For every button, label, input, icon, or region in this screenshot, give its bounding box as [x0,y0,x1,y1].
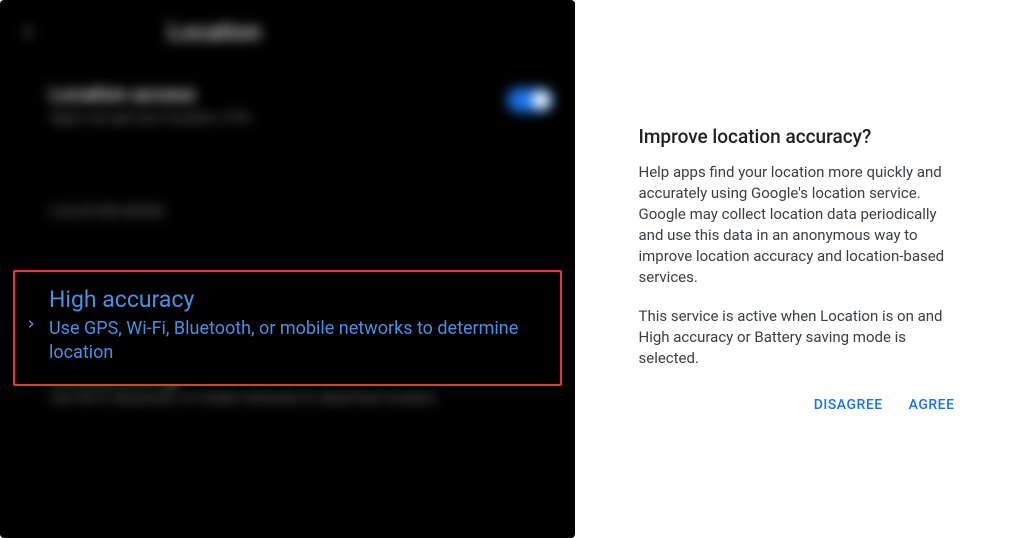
dialog-panel: Improve location accuracy? Help apps fin… [575,0,1024,538]
high-accuracy-row[interactable]: High accuracy Use GPS, Wi-Fi, Bluetooth,… [13,270,562,386]
location-access-subtitle: Apps can get your location, 4 On [50,110,250,126]
location-mode-section-label: LOCATION MODE [0,184,575,228]
dialog-body: Help apps find your location more quickl… [639,162,961,369]
battery-saving-subtitle: Use Wi-Fi, Bluetooth, or mobile networks… [50,390,553,406]
dialog-actions: DISAGREE AGREE [639,397,961,413]
location-access-title: Location access [50,82,250,106]
high-accuracy-title: High accuracy [49,286,542,313]
disagree-button[interactable]: DISAGREE [814,397,883,413]
location-access-row[interactable]: Location access Apps can get your locati… [0,64,575,144]
android-location-settings-panel: Location Location access Apps can get yo… [0,0,575,538]
agree-button[interactable]: AGREE [909,397,955,413]
back-icon[interactable] [18,22,38,42]
dialog-title: Improve location accuracy? [639,125,961,148]
improve-location-accuracy-dialog: Improve location accuracy? Help apps fin… [635,125,965,413]
dialog-body-paragraph-1: Help apps find your location more quickl… [639,162,961,288]
high-accuracy-subtitle: Use GPS, Wi-Fi, Bluetooth, or mobile net… [49,317,542,366]
page-title: Location [168,18,261,46]
settings-header: Location [0,0,575,64]
location-access-toggle[interactable] [507,88,553,112]
dialog-body-paragraph-2: This service is active when Location is … [639,306,961,369]
location-access-text: Location access Apps can get your locati… [50,82,250,126]
chevron-right-icon [23,316,39,332]
